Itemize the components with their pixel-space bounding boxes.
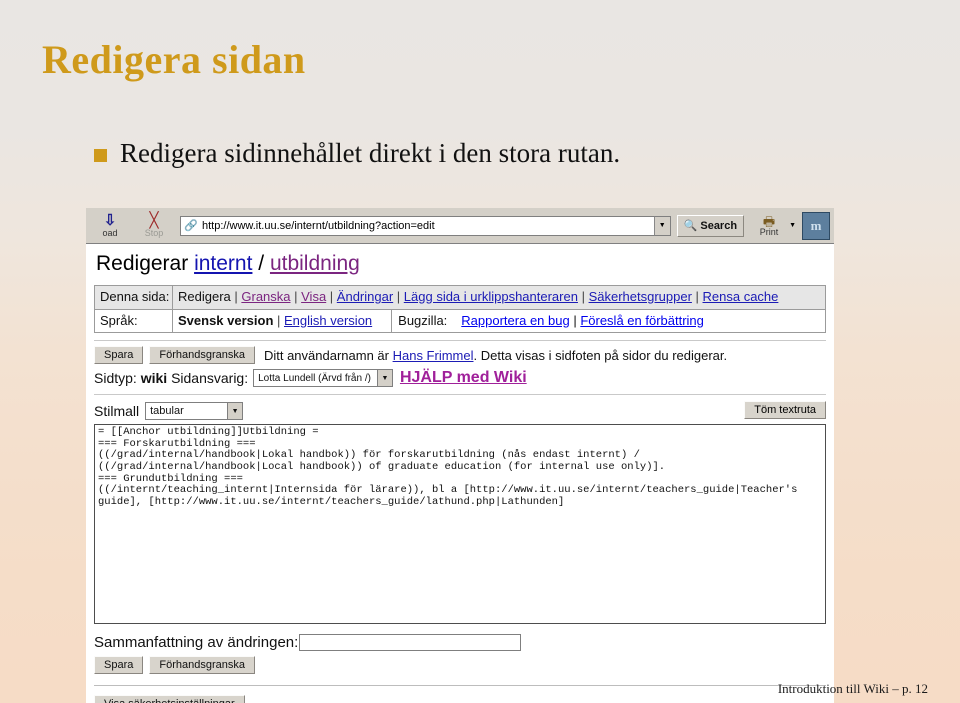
bugzilla-label: Bugzilla: — [398, 312, 448, 328]
security-button-row: Visa säkerhetsinställningar — [94, 695, 826, 703]
summary-input[interactable] — [299, 634, 522, 652]
textarea-line: ((/grad/internal/handbook|Local handbook… — [98, 461, 666, 474]
page-icon: 🔗 — [184, 220, 198, 232]
language-swedish-current: Svensk version — [178, 312, 274, 328]
language-links: Svensk version | English version — [178, 312, 373, 328]
action-granska[interactable]: Granska — [241, 289, 290, 304]
sidansvarig-select-value: Lotta Lundell (Ärvd från /) — [258, 372, 371, 384]
clear-textarea-button[interactable]: Töm textruta — [744, 401, 826, 420]
address-dropdown-button[interactable]: ▼ — [653, 215, 671, 236]
page-heading: Redigerar internt / utbildning — [96, 252, 826, 276]
search-button-label: Search — [700, 219, 738, 232]
print-button[interactable]: 🖶 Print — [751, 215, 787, 237]
language-label: Språk: — [95, 309, 173, 333]
show-security-settings-button[interactable]: Visa säkerhetsinställningar — [94, 695, 245, 703]
address-bar-value: http://www.it.uu.se/internt/utbildning?a… — [202, 219, 435, 232]
slide-footer: Introduktion till Wiki – p. 12 — [777, 681, 928, 696]
language-row: Språk: Svensk version | English version … — [95, 308, 825, 333]
bullet-item: Redigera sidinnehållet direkt i den stor… — [94, 138, 620, 169]
sidtyp-value: wiki — [140, 370, 168, 387]
stylesheet-row: Stilmall tabular ▼ Töm textruta — [94, 401, 826, 421]
preview-button-top[interactable]: Förhandsgranska — [149, 346, 255, 365]
printer-icon: 🖶 — [762, 213, 776, 229]
breadcrumb-link-internt[interactable]: internt — [194, 252, 252, 275]
page-actions-label: Denna sida: — [95, 286, 173, 309]
page-heading-prefix: Redigerar — [96, 252, 195, 275]
username-note: Ditt användarnamn är Hans Frimmel. Detta… — [264, 348, 727, 363]
summary-label: Sammanfattning av ändringen: — [94, 634, 299, 652]
page-actions-row: Denna sida: Redigera | Granska | Visa | … — [95, 286, 825, 309]
brand-logo-text: m — [810, 217, 822, 233]
stilmall-label: Stilmall — [94, 403, 140, 420]
browser-toolbar: ⇩ oad ╳ Stop 🔗 http://www.it.uu.se/inter… — [86, 208, 834, 244]
action-rensa-cache[interactable]: Rensa cache — [703, 289, 779, 304]
textarea-line: guide], [http://www.it.uu.se/internt/tea… — [98, 495, 565, 508]
bullet-item-label: Redigera sidinnehållet direkt i den stor… — [120, 138, 621, 168]
stilmall-select-value: tabular — [150, 405, 184, 418]
page-type-row: Sidtyp: wiki Sidansvarig: Lotta Lundell … — [94, 369, 826, 388]
sidansvarig-select[interactable]: Lotta Lundell (Ärvd från /) ▼ — [253, 369, 393, 388]
editor-bottom-button-row: Spara Förhandsgranska — [94, 656, 826, 675]
page-title: Redigera sidan — [42, 37, 306, 82]
action-sakerhetsgrupper[interactable]: Säkerhetsgrupper — [589, 289, 692, 304]
print-dropdown-chevron-icon[interactable]: ▼ — [789, 222, 796, 229]
wiki-source-textarea[interactable]: = [[Anchor utbildning]]Utbildning = === … — [94, 424, 826, 625]
editor-top-button-row: Spara Förhandsgranska Ditt användarnamn … — [94, 346, 826, 365]
sidansvarig-label: Sidansvarig: — [171, 370, 249, 387]
bugzilla-report-bug-link[interactable]: Rapportera en bug — [461, 313, 569, 328]
divider-middle — [94, 394, 826, 396]
action-visa[interactable]: Visa — [301, 289, 326, 304]
chevron-down-icon: ▼ — [658, 222, 666, 229]
reload-icon: ⇩ — [103, 211, 117, 229]
save-button-top[interactable]: Spara — [94, 346, 144, 365]
print-label: Print — [759, 226, 779, 237]
action-andringar[interactable]: Ändringar — [337, 289, 393, 304]
page-actions-links: Redigera | Granska | Visa | Ändringar | … — [178, 289, 779, 304]
action-redigera: Redigera — [178, 289, 231, 304]
page-heading-separator: / — [252, 252, 270, 275]
username-note-prefix: Ditt användarnamn är — [263, 347, 393, 363]
web-page-content: Redigerar internt / utbildning Denna sid… — [86, 244, 834, 703]
reload-label: oad — [102, 227, 118, 238]
summary-row: Sammanfattning av ändringen: — [94, 634, 826, 652]
bugzilla-suggest-improvement-link[interactable]: Föreslå en förbättring — [580, 313, 704, 328]
address-bar[interactable]: 🔗 http://www.it.uu.se/internt/utbildning… — [180, 215, 654, 236]
breadcrumb-link-utbildning[interactable]: utbildning — [270, 252, 360, 275]
username-link[interactable]: Hans Frimmel — [393, 348, 474, 363]
search-button[interactable]: 🔍 Search — [676, 214, 745, 237]
username-note-suffix: . Detta visas i sidfoten på sidor du red… — [473, 347, 728, 363]
page-action-box: Denna sida: Redigera | Granska | Visa | … — [94, 285, 826, 334]
embedded-browser-screenshot: ⇩ oad ╳ Stop 🔗 http://www.it.uu.se/inter… — [86, 208, 834, 703]
stop-icon: ╳ — [149, 211, 159, 229]
action-lagg-sida-i-urklippshanteraren[interactable]: Lägg sida i urklippshanteraren — [404, 289, 578, 304]
sidtyp-label: Sidtyp: — [94, 370, 137, 387]
reload-button[interactable]: ⇩ oad — [88, 211, 132, 238]
stop-label: Stop — [144, 227, 164, 238]
search-icon: 🔍 — [683, 220, 698, 232]
language-english-link[interactable]: English version — [284, 313, 372, 328]
preview-button-bottom[interactable]: Förhandsgranska — [149, 656, 255, 675]
divider-bottom — [94, 685, 826, 687]
browser-brand-logo: m — [802, 211, 830, 240]
save-button-bottom[interactable]: Spara — [94, 656, 144, 675]
chevron-down-icon: ▼ — [227, 403, 243, 420]
stop-button[interactable]: ╳ Stop — [132, 211, 176, 238]
bullet-square-icon — [94, 149, 107, 162]
wiki-help-link[interactable]: HJÄLP med Wiki — [400, 369, 527, 387]
stilmall-select[interactable]: tabular ▼ — [145, 402, 244, 421]
bugzilla-cell: Bugzilla: Rapportera en bug | Föreslå en … — [391, 309, 709, 333]
chevron-down-icon: ▼ — [376, 370, 392, 387]
divider-top — [94, 340, 826, 342]
